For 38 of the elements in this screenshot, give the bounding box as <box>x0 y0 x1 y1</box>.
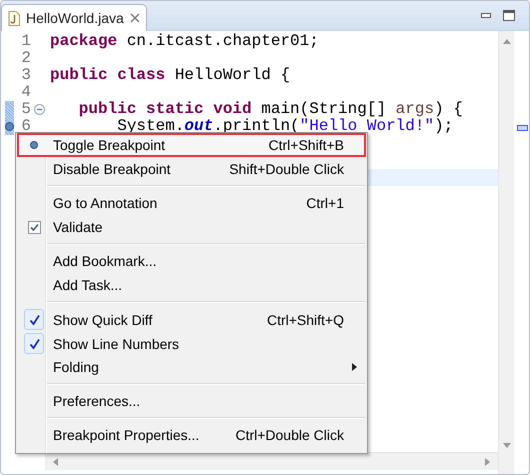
scroll-down-icon[interactable] <box>502 443 510 448</box>
menu-item[interactable]: Add Bookmark... <box>17 249 366 273</box>
close-icon[interactable] <box>130 13 140 23</box>
java-file-icon <box>8 10 20 26</box>
scroll-up-icon[interactable] <box>502 39 510 44</box>
line-number: 6 <box>20 118 31 135</box>
editor-tab[interactable]: HelloWorld.java <box>1 4 147 31</box>
breakpoint-icon[interactable] <box>5 122 14 131</box>
minimize-icon[interactable] <box>481 13 491 18</box>
vertical-scrollbar[interactable] <box>498 31 514 474</box>
menu-item[interactable]: Show Quick Diff Ctrl+Shift+Q <box>17 307 366 331</box>
menu-item[interactable]: Add Task... <box>17 273 366 297</box>
tab-title: HelloWorld.java <box>26 10 124 26</box>
menu-item[interactable]: Disable Breakpoint Shift+Double Click <box>17 157 366 181</box>
menu-item[interactable]: Go to Annotation Ctrl+1 <box>17 191 366 215</box>
code-line: System.out.println("Hello World!"); <box>116 118 454 135</box>
scroll-left-icon[interactable] <box>53 458 58 466</box>
overview-marker[interactable] <box>517 125 528 131</box>
line-number: 1 <box>20 33 31 50</box>
menu-item[interactable]: Toggle Breakpoint Ctrl+Shift+B <box>17 133 366 157</box>
scroll-right-icon[interactable] <box>485 458 490 466</box>
code-line: public class HelloWorld { <box>49 67 292 84</box>
submenu-arrow-icon <box>352 363 356 371</box>
line-number: 5 <box>20 101 31 118</box>
collapse-icon[interactable] <box>34 104 44 115</box>
line-number: 2 <box>20 50 31 67</box>
code-line: public static void main(String[] args) { <box>78 101 464 118</box>
menu-item[interactable]: Folding <box>17 355 366 379</box>
line-number: 4 <box>20 84 31 101</box>
menu-item[interactable]: Breakpoint Properties... Ctrl+Double Click <box>17 423 366 447</box>
line-number: 3 <box>20 67 31 84</box>
code-line: package cn.itcast.chapter01; <box>49 33 320 50</box>
menu-item[interactable]: Validate <box>17 215 366 239</box>
menu-item[interactable]: Preferences... <box>17 389 366 413</box>
horizontal-scrollbar[interactable] <box>45 452 498 470</box>
breakpoint-icon <box>30 141 38 149</box>
maximize-icon[interactable] <box>503 10 515 21</box>
menu-item[interactable]: Show Line Numbers <box>17 331 366 355</box>
